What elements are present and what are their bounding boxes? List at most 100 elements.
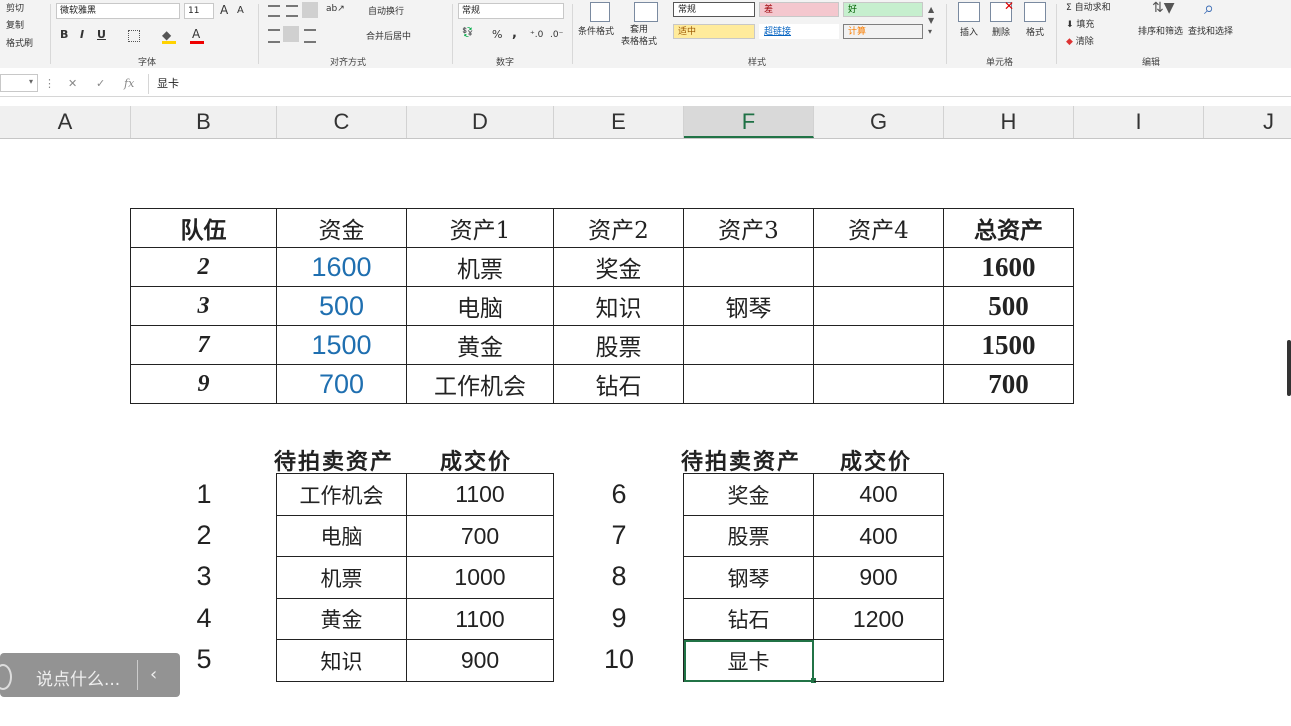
asset3-cell[interactable]: 钢琴 <box>684 287 814 326</box>
align-bottom-icon[interactable] <box>302 2 318 18</box>
merge-center-button[interactable]: 合并后居中 <box>366 29 411 42</box>
auction-right-row-number[interactable]: 9 <box>589 603 649 634</box>
auction-asset-cell[interactable]: 奖金 <box>684 474 814 516</box>
asset2-cell[interactable]: 知识 <box>554 287 684 326</box>
total-cell[interactable]: 500 <box>944 287 1074 326</box>
font-name-select[interactable]: 微软雅黑 <box>56 3 180 19</box>
auction-right-row-number[interactable]: 10 <box>589 644 649 675</box>
conditional-format-icon[interactable] <box>590 2 610 22</box>
align-middle-icon[interactable] <box>286 5 298 17</box>
auction-left-row-number[interactable]: 4 <box>174 603 234 634</box>
auction-price-cell[interactable] <box>814 640 944 682</box>
chat-collapse-icon[interactable]: ‹ <box>150 664 157 685</box>
column-header-c[interactable]: C <box>277 106 407 138</box>
cancel-icon[interactable]: ✕ <box>68 77 77 90</box>
shrink-font-button[interactable]: A <box>237 5 244 16</box>
auction-asset-cell[interactable]: 钢琴 <box>684 557 814 599</box>
auction-right-row-number[interactable]: 7 <box>589 520 649 551</box>
column-header-g[interactable]: G <box>814 106 944 138</box>
auction-price-cell[interactable]: 700 <box>407 516 554 557</box>
auction-left-row-number[interactable]: 2 <box>174 520 234 551</box>
auction-price-cell[interactable]: 1200 <box>814 599 944 640</box>
align-top-icon[interactable] <box>268 5 280 17</box>
copy-button[interactable]: 复制 <box>6 18 24 31</box>
asset4-cell[interactable] <box>814 365 944 404</box>
cut-button[interactable]: 剪切 <box>6 1 24 14</box>
font-color-icon[interactable]: A <box>192 27 200 41</box>
align-left-icon[interactable] <box>268 29 280 43</box>
column-header-f[interactable]: F <box>684 106 814 138</box>
delete-button[interactable]: 删除 <box>992 25 1010 38</box>
auction-left-asset-caption[interactable]: 待拍卖资产 <box>274 444 394 476</box>
header-asset1[interactable]: 资产1 <box>407 209 554 248</box>
team-cell[interactable]: 7 <box>131 326 277 365</box>
style-bad[interactable]: 差 <box>759 2 839 17</box>
decrease-decimal-icon[interactable]: .0⁻ <box>550 30 563 40</box>
column-header-e[interactable]: E <box>554 106 684 138</box>
auction-asset-cell[interactable]: 钻石 <box>684 599 814 640</box>
clear-button[interactable]: ◆ 清除 <box>1066 34 1094 47</box>
auction-left-row-number[interactable]: 1 <box>174 479 234 510</box>
underline-button[interactable]: U <box>97 28 106 41</box>
auction-price-cell[interactable]: 400 <box>814 474 944 516</box>
asset2-cell[interactable]: 奖金 <box>554 248 684 287</box>
team-cell[interactable]: 3 <box>131 287 277 326</box>
asset1-cell[interactable]: 电脑 <box>407 287 554 326</box>
currency-icon[interactable]: 💱 <box>462 28 473 38</box>
format-painter-button[interactable]: 格式刷 <box>6 36 33 49</box>
team-cell[interactable]: 2 <box>131 248 277 287</box>
autosum-button[interactable]: Σ 自动求和 <box>1066 0 1111 13</box>
funds-cell[interactable]: 1500 <box>277 326 407 365</box>
insert-function-icon[interactable]: fx <box>124 77 134 90</box>
insert-icon[interactable] <box>958 2 980 22</box>
auction-price-cell[interactable]: 900 <box>814 557 944 599</box>
auction-asset-cell[interactable]: 工作机会 <box>277 474 407 516</box>
column-header-i[interactable]: I <box>1074 106 1204 138</box>
auction-asset-cell[interactable]: 知识 <box>277 640 407 682</box>
sort-filter-button[interactable]: 排序和筛选 <box>1138 24 1183 37</box>
asset2-cell[interactable]: 钻石 <box>554 365 684 404</box>
bold-button[interactable]: B <box>60 28 68 41</box>
asset1-cell[interactable]: 机票 <box>407 248 554 287</box>
align-center-icon[interactable] <box>283 26 299 42</box>
auction-price-cell[interactable]: 900 <box>407 640 554 682</box>
enter-icon[interactable]: ✓ <box>96 77 105 90</box>
header-asset3[interactable]: 资产3 <box>684 209 814 248</box>
border-icon[interactable] <box>128 30 140 42</box>
asset4-cell[interactable] <box>814 287 944 326</box>
font-size-select[interactable]: 11 <box>184 3 214 19</box>
funds-cell[interactable]: 500 <box>277 287 407 326</box>
comma-button[interactable]: , <box>512 26 517 41</box>
funds-cell[interactable]: 700 <box>277 365 407 404</box>
header-asset2[interactable]: 资产2 <box>554 209 684 248</box>
asset1-cell[interactable]: 黄金 <box>407 326 554 365</box>
auction-right-row-number[interactable]: 6 <box>589 479 649 510</box>
auction-asset-cell[interactable]: 电脑 <box>277 516 407 557</box>
styles-scroll-icon[interactable]: ▲ ▼ ▾ <box>928 4 934 37</box>
style-normal[interactable]: 常规 <box>673 2 755 17</box>
asset4-cell[interactable] <box>814 326 944 365</box>
auction-left-row-number[interactable]: 5 <box>174 644 234 675</box>
auction-asset-cell[interactable]: 股票 <box>684 516 814 557</box>
auction-left-row-number[interactable]: 3 <box>174 561 234 592</box>
asset3-cell[interactable] <box>684 248 814 287</box>
italic-button[interactable]: I <box>80 28 84 41</box>
auction-right-asset-caption[interactable]: 待拍卖资产 <box>681 444 801 476</box>
fill-color-icon[interactable]: ◆ <box>162 28 171 42</box>
auction-price-cell[interactable]: 1100 <box>407 474 554 516</box>
auction-left-price-caption[interactable]: 成交价 <box>440 444 512 476</box>
auction-price-cell[interactable]: 1000 <box>407 557 554 599</box>
grow-font-button[interactable]: A <box>220 3 228 17</box>
asset1-cell[interactable]: 工作机会 <box>407 365 554 404</box>
insert-button[interactable]: 插入 <box>960 25 978 38</box>
auction-right-price-caption[interactable]: 成交价 <box>840 444 912 476</box>
column-header-b[interactable]: B <box>131 106 277 138</box>
auction-price-cell[interactable]: 400 <box>814 516 944 557</box>
funds-cell[interactable]: 1600 <box>277 248 407 287</box>
asset3-cell[interactable] <box>684 326 814 365</box>
formula-input[interactable]: 显卡 <box>148 74 1288 94</box>
format-icon[interactable] <box>1024 2 1046 22</box>
auction-price-cell[interactable]: 1100 <box>407 599 554 640</box>
fill-button[interactable]: ⬇ 填充 <box>1066 17 1094 30</box>
name-box[interactable]: ▾ <box>0 74 38 92</box>
